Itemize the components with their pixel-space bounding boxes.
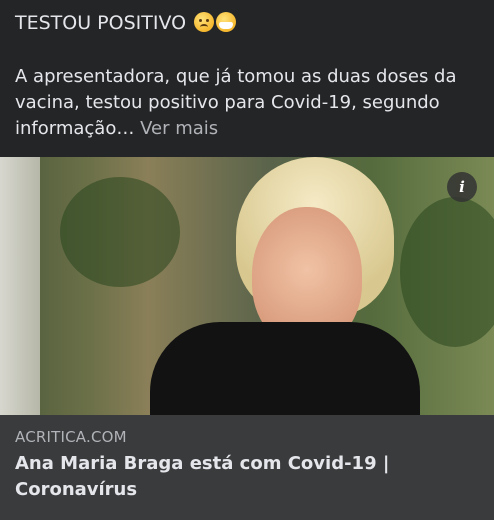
post-headline: TESTOU POSITIVO — [15, 8, 237, 38]
sad-sweat-emoji-icon — [194, 12, 215, 32]
headline-text: TESTOU POSITIVO — [15, 12, 187, 34]
medical-mask-emoji-icon — [216, 12, 237, 32]
see-more-link[interactable]: Ver mais — [140, 118, 218, 139]
post-body-text: A apresentadora, que já tomou as duas do… — [15, 66, 457, 139]
link-domain: ACRITICA.COM — [15, 428, 127, 446]
background-foliage — [400, 197, 494, 347]
post-body: A apresentadora, que já tomou as duas do… — [15, 64, 485, 142]
background-foliage — [60, 177, 180, 287]
info-icon[interactable]: i — [447, 172, 477, 202]
person-body — [150, 322, 420, 415]
news-post: TESTOU POSITIVO A apresentadora, que já … — [0, 0, 494, 520]
link-preview-footer[interactable]: ACRITICA.COM Ana Maria Braga está com Co… — [0, 415, 494, 520]
link-title[interactable]: Ana Maria Braga está com Covid-19 | Coro… — [15, 451, 475, 503]
link-preview-image[interactable] — [0, 157, 494, 415]
background-wall — [0, 157, 40, 415]
